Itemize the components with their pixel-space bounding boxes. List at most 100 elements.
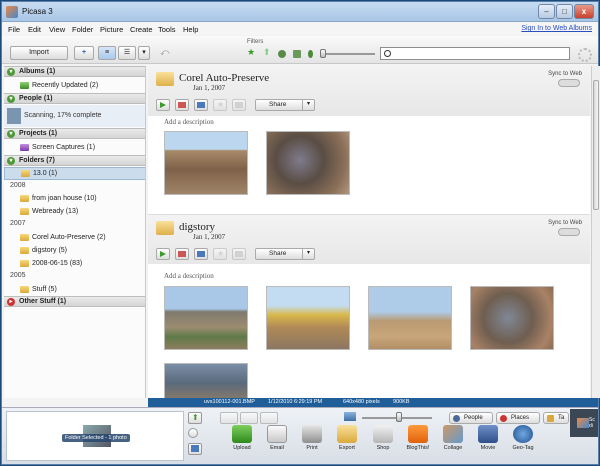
tray-options-button[interactable] — [188, 443, 202, 455]
tags-tab[interactable]: Ta — [543, 412, 569, 424]
folder-icon — [20, 286, 29, 293]
menu-view[interactable]: View — [49, 25, 65, 34]
photo-thumbnail[interactable] — [266, 286, 350, 350]
collage-action[interactable]: Collage — [433, 425, 473, 451]
menu-help[interactable]: Help — [183, 25, 198, 34]
photo-thumbnail[interactable] — [164, 363, 248, 398]
print-action[interactable]: Print — [292, 425, 332, 451]
share-button[interactable]: Share ▾ — [255, 99, 315, 111]
date-filter-slider[interactable] — [320, 49, 326, 58]
search-box[interactable] — [380, 47, 570, 60]
rotate-left-button[interactable] — [220, 412, 238, 424]
search-input[interactable] — [395, 49, 565, 58]
maximize-button[interactable]: □ — [556, 4, 573, 19]
section-people[interactable]: ▾ People (1) — [4, 93, 145, 104]
year-2005: 2005 — [10, 272, 26, 279]
print-label: Print — [306, 445, 318, 451]
faces-filter-icon[interactable] — [278, 50, 286, 58]
list-view-icon[interactable]: ≡ — [98, 46, 116, 60]
menu-edit[interactable]: Edit — [28, 25, 41, 34]
section-albums[interactable]: ▾ Albums (1) — [4, 66, 145, 77]
notification-text: Sc di — [589, 417, 595, 429]
view-dropdown-chevron-icon[interactable]: ▾ — [138, 46, 150, 60]
section-projects[interactable]: ▾ Projects (1) — [4, 128, 145, 139]
collapse-projects-icon[interactable]: ▾ — [7, 130, 15, 138]
tree-view-icon[interactable]: ☰ — [118, 46, 136, 60]
sync-to-web-toggle[interactable] — [558, 228, 580, 236]
menu-folder[interactable]: Folder — [72, 25, 93, 34]
scrollbar-thumb[interactable] — [593, 80, 599, 210]
project-screen-captures[interactable]: Screen Captures (1) — [4, 142, 145, 153]
folder-description[interactable]: Add a description — [164, 272, 214, 280]
rotate-button[interactable] — [260, 412, 278, 424]
share-button[interactable]: Share ▾ — [255, 248, 315, 260]
close-button[interactable]: x — [574, 4, 594, 19]
starred-filter-icon[interactable]: ★ — [247, 47, 255, 57]
collapse-albums-icon[interactable]: ▾ — [7, 68, 15, 76]
menu-file[interactable]: File — [8, 25, 20, 34]
clear-selection-button[interactable] — [188, 428, 198, 438]
folder-webready[interactable]: Webready (13) — [4, 206, 145, 217]
geotag-action[interactable]: Geo-Tag — [503, 425, 543, 451]
collapse-people-icon[interactable]: ▾ — [7, 95, 15, 103]
section-other-stuff-label: Other Stuff (1) — [19, 298, 67, 305]
play-slideshow-button[interactable] — [156, 248, 170, 260]
save-button[interactable] — [232, 248, 246, 260]
upload-folder-button[interactable] — [194, 248, 208, 260]
minimize-button[interactable]: – — [538, 4, 555, 19]
blogthis-action[interactable]: BlogThis! — [398, 425, 438, 451]
photo-thumbnail[interactable] — [368, 286, 452, 350]
timeline-button[interactable] — [175, 99, 189, 111]
people-tab[interactable]: People — [449, 412, 493, 424]
hold-button[interactable]: ⬆ — [188, 412, 202, 424]
star-button[interactable]: ★ — [213, 99, 227, 111]
menu-picture[interactable]: Picture — [100, 25, 123, 34]
folder-name[interactable]: Corel Auto-Preserve — [179, 72, 269, 84]
section-other-stuff[interactable]: ▸ Other Stuff (1) — [4, 296, 145, 307]
upload-action[interactable]: Upload — [222, 425, 262, 451]
places-tab[interactable]: Places — [496, 412, 540, 424]
photo-thumbnail[interactable] — [470, 286, 554, 350]
shop-action[interactable]: Shop — [363, 425, 403, 451]
timeline-button[interactable] — [175, 248, 189, 260]
section-folders[interactable]: ▾ Folders (7) — [4, 155, 145, 166]
menu-tools[interactable]: Tools — [158, 25, 176, 34]
sync-to-web-toggle[interactable] — [558, 79, 580, 87]
places-pin-icon — [500, 415, 507, 422]
rotate-right-button[interactable] — [240, 412, 258, 424]
email-action[interactable]: Email — [257, 425, 297, 451]
folder-description[interactable]: Add a description — [164, 118, 214, 126]
upload-folder-button[interactable] — [194, 99, 208, 111]
movies-filter-icon[interactable] — [293, 50, 301, 58]
expand-other-stuff-icon[interactable]: ▸ — [7, 298, 15, 306]
folder-corel-auto-preserve[interactable]: Corel Auto-Preserve (2) — [4, 232, 145, 243]
main-scrollbar[interactable] — [591, 66, 600, 398]
folder-13-0-selected[interactable]: 13.0 (1) — [4, 167, 145, 180]
folder-digstory[interactable]: digstory (5) — [4, 245, 145, 256]
export-action[interactable]: Export — [327, 425, 367, 451]
album-recently-updated[interactable]: Recently Updated (2) — [4, 80, 145, 91]
photo-thumbnail[interactable] — [266, 131, 350, 195]
save-button[interactable] — [232, 99, 246, 111]
menu-create[interactable]: Create — [130, 25, 153, 34]
play-slideshow-button[interactable] — [156, 99, 170, 111]
share-dropdown-chevron-icon[interactable]: ▾ — [302, 248, 314, 260]
uploaded-filter-icon[interactable]: ⬆ — [263, 47, 271, 57]
import-button[interactable]: Import — [10, 46, 68, 60]
star-button[interactable]: ★ — [213, 248, 227, 260]
folder-name[interactable]: digstory — [179, 221, 215, 233]
back-arrow-icon[interactable]: ⤺ — [160, 47, 170, 58]
photo-thumbnail[interactable] — [164, 131, 248, 195]
notification-popup[interactable]: Sc di — [570, 409, 598, 437]
sign-in-web-albums-link[interactable]: Sign In to Web Albums — [521, 25, 592, 32]
add-to-album-button[interactable]: + — [74, 46, 94, 60]
photo-thumbnail[interactable] — [164, 286, 248, 350]
movie-action[interactable]: Movie — [468, 425, 508, 451]
share-dropdown-chevron-icon[interactable]: ▾ — [302, 99, 314, 111]
geotag-filter-icon[interactable] — [308, 50, 313, 58]
folder-2008-06-15[interactable]: 2008-06-15 (83) — [4, 258, 145, 269]
folder-from-joan-house[interactable]: from joan house (10) — [4, 193, 145, 204]
thumbnail-size-slider[interactable] — [396, 412, 402, 422]
folder-stuff[interactable]: Stuff (5) — [4, 284, 145, 295]
collapse-folders-icon[interactable]: ▾ — [7, 157, 15, 165]
